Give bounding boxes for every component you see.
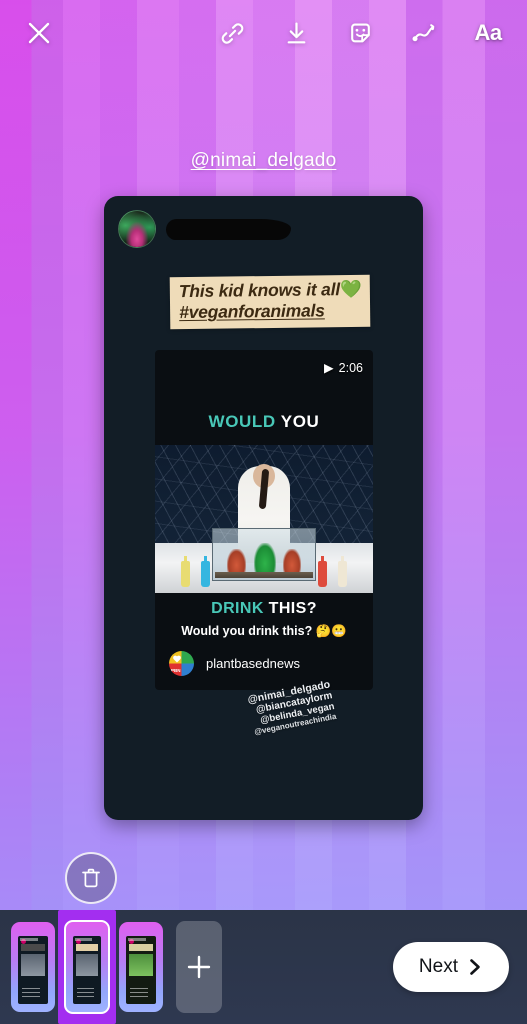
- draw-button[interactable]: [407, 16, 441, 50]
- download-icon: [287, 22, 305, 43]
- play-icon: ▶: [324, 361, 334, 375]
- text-button[interactable]: Aa: [471, 16, 505, 50]
- redacted-username: [166, 218, 291, 240]
- sticker-icon: [350, 23, 370, 42]
- text-sticker[interactable]: This kid knows it all💚 #veganforanimals: [169, 274, 371, 329]
- video-title-word2: YOU: [280, 412, 320, 431]
- video-title-top: WOULD YOU: [155, 412, 373, 432]
- green-heart-icon: 💚: [339, 278, 362, 300]
- link-icon: [221, 22, 243, 44]
- shared-post-card[interactable]: This kid knows it all💚 #veganforanimals …: [104, 196, 423, 820]
- text-sticker-line1: This kid knows it all: [178, 279, 341, 302]
- video-title2-word1: DRINK: [211, 600, 264, 617]
- download-button[interactable]: [279, 16, 313, 50]
- post-header: [118, 210, 291, 248]
- next-button-label: Next: [418, 956, 458, 977]
- bottom-bar: Next: [0, 910, 527, 1024]
- video-caption: Would you drink this? 🤔😬: [181, 624, 347, 638]
- link-button[interactable]: [215, 16, 249, 50]
- add-story-button[interactable]: [176, 921, 222, 1013]
- story-thumbnail-2[interactable]: [58, 910, 116, 1024]
- embedded-video-post[interactable]: ▶ 2:06 WOULD YOU DRINK THIS? Would you d…: [155, 350, 373, 690]
- story-filmstrip: [0, 910, 222, 1024]
- sticker-button[interactable]: [343, 16, 377, 50]
- video-duration: ▶ 2:06: [324, 360, 363, 376]
- video-title-word1: WOULD: [208, 412, 276, 431]
- text-tool-label: Aa: [474, 20, 502, 45]
- video-frame: [155, 445, 373, 593]
- trash-icon: [82, 868, 100, 888]
- chevron-right-icon: [470, 959, 480, 975]
- video-account[interactable]: PBN plantbasednews: [169, 651, 300, 676]
- video-title2-word2: THIS?: [268, 600, 317, 617]
- logo-text: PBN: [171, 668, 181, 673]
- video-duration-label: 2:06: [338, 360, 363, 375]
- story-thumbnail-3[interactable]: [118, 919, 164, 1015]
- close-icon: [28, 22, 50, 44]
- story-thumbnail-1[interactable]: [10, 919, 56, 1015]
- draw-icon: [412, 23, 434, 41]
- close-button[interactable]: [22, 16, 56, 50]
- plus-icon: [187, 955, 211, 979]
- text-sticker-line2: #veganforanimals: [179, 300, 325, 323]
- aquarium: [211, 527, 317, 582]
- story-editor-screen: Aa @nimai_delgado This kid knows it all💚…: [0, 0, 527, 1024]
- next-button[interactable]: Next: [392, 942, 509, 992]
- video-title-bottom: DRINK THIS?: [155, 600, 373, 618]
- delete-button[interactable]: [65, 852, 117, 904]
- top-toolbar: Aa: [0, 0, 527, 66]
- video-account-name: plantbasednews: [206, 656, 300, 671]
- mention-handle[interactable]: @nimai_delgado: [0, 150, 527, 172]
- plantbasednews-logo-icon: PBN: [169, 651, 194, 676]
- avatar: [118, 210, 156, 248]
